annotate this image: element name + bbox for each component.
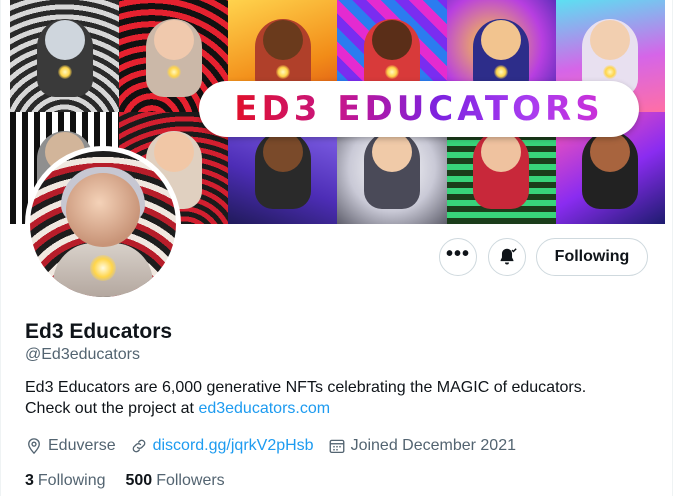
profile-bio: Ed3 Educators are 6,000 generative NFTs …	[25, 377, 655, 419]
bell-icon	[500, 248, 517, 265]
following-button[interactable]: Following	[536, 238, 648, 276]
notifications-button[interactable]	[488, 238, 526, 276]
location-icon	[28, 438, 40, 455]
followers-stat[interactable]: 500 Followers	[126, 472, 225, 490]
profile-name: Ed3 Educators	[25, 320, 173, 343]
profile-handle: @Ed3educators	[25, 346, 140, 363]
following-stat[interactable]: 3 Following	[25, 472, 106, 490]
more-icon: •••	[445, 242, 470, 265]
banner-logo-text: ED3 EDUCATORS	[234, 89, 604, 129]
bio-line: Check out the project at ed3educators.co…	[25, 398, 655, 419]
website-link[interactable]: discord.gg/jqrkV2pHsb	[153, 437, 314, 455]
location-text: Eduverse	[48, 437, 116, 454]
followers-label: Followers	[156, 472, 225, 489]
following-label: Following	[37, 472, 106, 489]
location-item: Eduverse	[25, 437, 116, 455]
avatar[interactable]	[25, 146, 181, 302]
followers-count: 500	[125, 472, 153, 489]
bio-website-link[interactable]: ed3educators.com	[198, 400, 330, 417]
calendar-icon	[329, 439, 344, 454]
profile-page: ED3 EDUCATORS ••• Following Ed3 Educator…	[0, 0, 673, 496]
more-button[interactable]: •••	[439, 238, 477, 276]
bio-text: Check out the project at	[25, 400, 199, 417]
profile-meta: Eduverse discord.gg/jqrkV2pHsb Joined De…	[25, 437, 530, 455]
link-icon	[132, 439, 145, 453]
bio-line: Ed3 Educators are 6,000 generative NFTs …	[25, 379, 587, 396]
joined-item: Joined December 2021	[328, 437, 516, 455]
banner-logo: ED3 EDUCATORS	[199, 81, 639, 137]
banner-tile	[10, 0, 120, 112]
website-item: discord.gg/jqrkV2pHsb	[130, 437, 314, 455]
profile-stats: 3 Following 500 Followers	[25, 472, 245, 490]
following-count: 3	[25, 472, 34, 489]
joined-text: Joined December 2021	[350, 437, 516, 454]
